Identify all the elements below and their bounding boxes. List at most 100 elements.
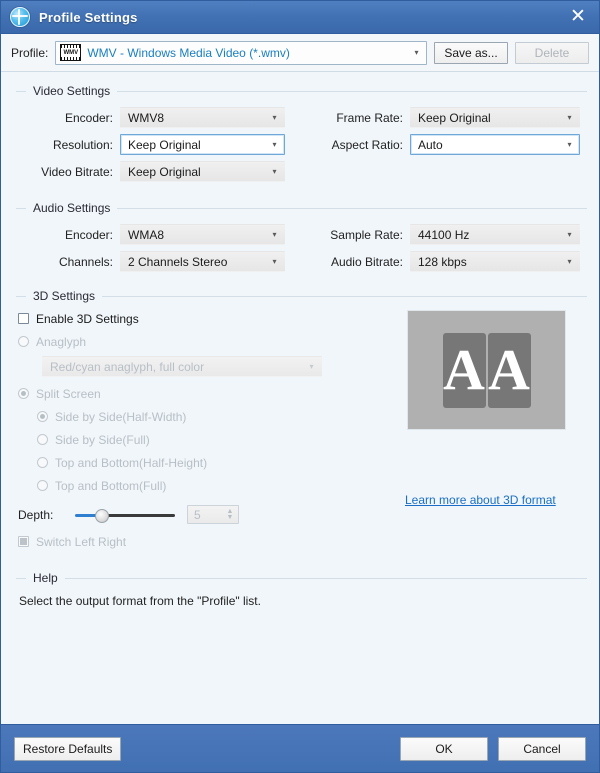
video-settings-title-text: Video Settings bbox=[33, 84, 117, 98]
chevron-down-icon: ▾ bbox=[267, 114, 282, 122]
video-settings-title: Video Settings bbox=[13, 84, 587, 98]
enable-3d-checkbox-row[interactable]: Enable 3D Settings bbox=[13, 307, 393, 330]
audio-encoder-value: WMA8 bbox=[128, 228, 267, 242]
radio-icon bbox=[18, 388, 29, 399]
chevron-down-icon: ▾ bbox=[409, 49, 424, 57]
channels-select[interactable]: 2 Channels Stereo ▾ bbox=[120, 251, 285, 272]
three-d-preview-image: A A bbox=[407, 310, 566, 430]
three-d-body: Enable 3D Settings Anaglyph Red/cyan ana… bbox=[13, 303, 587, 553]
help-title-text: Help bbox=[33, 571, 65, 585]
slider-track bbox=[101, 514, 175, 517]
radio-icon bbox=[18, 336, 29, 347]
aspect-ratio-value: Auto bbox=[418, 138, 562, 152]
anaglyph-radio-row: Anaglyph bbox=[13, 330, 393, 353]
learn-more-link[interactable]: Learn more about 3D format bbox=[405, 493, 556, 507]
chevron-down-icon: ▾ bbox=[562, 258, 577, 266]
audio-bitrate-label: Audio Bitrate: bbox=[303, 255, 410, 269]
preview-pane-right: A bbox=[488, 333, 531, 408]
video-row-2: Resolution: Keep Original ▾ Aspect Ratio… bbox=[13, 131, 587, 158]
radio-icon bbox=[37, 434, 48, 445]
audio-settings-rows: Encoder: WMA8 ▾ Sample Rate: 44100 Hz ▾ bbox=[13, 221, 587, 275]
channels-label: Channels: bbox=[13, 255, 120, 269]
chevron-down-icon: ▾ bbox=[304, 363, 319, 371]
profile-selected-value: WMV - Windows Media Video (*.wmv) bbox=[87, 46, 409, 60]
three-d-preview-area: A A Learn more about 3D format bbox=[393, 303, 587, 553]
dialog-footer: Restore Defaults OK Cancel bbox=[1, 724, 599, 772]
profile-select[interactable]: WMV WMV - Windows Media Video (*.wmv) ▾ bbox=[55, 41, 427, 65]
frame-rate-label: Frame Rate: bbox=[303, 111, 410, 125]
field-sample-rate: Sample Rate: 44100 Hz ▾ bbox=[303, 224, 580, 245]
profile-label: Profile: bbox=[11, 46, 48, 60]
globe-icon bbox=[10, 7, 30, 27]
sample-rate-label: Sample Rate: bbox=[303, 228, 410, 242]
split-option-top-bottom-half: Top and Bottom(Half-Height) bbox=[13, 451, 393, 474]
sample-rate-value: 44100 Hz bbox=[418, 228, 562, 242]
restore-defaults-button[interactable]: Restore Defaults bbox=[14, 737, 121, 761]
video-settings-group: Video Settings Encoder: WMV8 ▾ Frame Rat… bbox=[13, 84, 587, 185]
split-option-label: Top and Bottom(Full) bbox=[55, 479, 166, 493]
switch-left-right-label: Switch Left Right bbox=[36, 535, 126, 549]
sample-rate-select[interactable]: 44100 Hz ▾ bbox=[410, 224, 580, 245]
audio-row-1: Encoder: WMA8 ▾ Sample Rate: 44100 Hz ▾ bbox=[13, 221, 587, 248]
field-audio-encoder: Encoder: WMA8 ▾ bbox=[13, 224, 303, 245]
depth-label: Depth: bbox=[13, 508, 75, 522]
split-screen-radio-row: Split Screen bbox=[13, 382, 393, 405]
audio-bitrate-select[interactable]: 128 kbps ▾ bbox=[410, 251, 580, 272]
chevron-down-icon: ▾ bbox=[562, 114, 577, 122]
close-icon[interactable]: ✕ bbox=[565, 4, 591, 30]
resolution-select[interactable]: Keep Original ▾ bbox=[120, 134, 285, 155]
switch-left-right-row: Switch Left Right bbox=[13, 530, 393, 553]
resolution-value: Keep Original bbox=[128, 138, 267, 152]
radio-icon bbox=[37, 411, 48, 422]
aspect-ratio-label: Aspect Ratio: bbox=[303, 138, 410, 152]
chevron-down-icon: ▾ bbox=[562, 231, 577, 239]
radio-icon bbox=[37, 480, 48, 491]
resolution-label: Resolution: bbox=[13, 138, 120, 152]
anaglyph-mode-select: Red/cyan anaglyph, full color ▾ bbox=[42, 356, 322, 377]
audio-encoder-label: Encoder: bbox=[13, 228, 120, 242]
video-bitrate-value: Keep Original bbox=[128, 165, 267, 179]
aspect-ratio-select[interactable]: Auto ▾ bbox=[410, 134, 580, 155]
video-encoder-value: WMV8 bbox=[128, 111, 267, 125]
three-d-settings-group: 3D Settings Enable 3D Settings Anaglyph … bbox=[13, 289, 587, 553]
three-d-settings-title-text: 3D Settings bbox=[33, 289, 102, 303]
chevron-down-icon: ▾ bbox=[267, 231, 282, 239]
frame-rate-select[interactable]: Keep Original ▾ bbox=[410, 107, 580, 128]
audio-encoder-select[interactable]: WMA8 ▾ bbox=[120, 224, 285, 245]
split-option-top-bottom-full: Top and Bottom(Full) bbox=[13, 474, 393, 497]
video-encoder-select[interactable]: WMV8 ▾ bbox=[120, 107, 285, 128]
chevron-down-icon: ▾ bbox=[267, 258, 282, 266]
title-bar: Profile Settings ✕ bbox=[1, 1, 599, 34]
depth-stepper: 5 ▲▼ bbox=[187, 505, 239, 524]
field-resolution: Resolution: Keep Original ▾ bbox=[13, 134, 303, 155]
slider-handle[interactable] bbox=[95, 509, 109, 523]
three-d-settings-title: 3D Settings bbox=[13, 289, 587, 303]
stepper-arrows-icon: ▲▼ bbox=[225, 507, 235, 522]
depth-slider[interactable] bbox=[75, 508, 175, 522]
save-as-button[interactable]: Save as... bbox=[434, 42, 508, 64]
dialog-body: Video Settings Encoder: WMV8 ▾ Frame Rat… bbox=[1, 72, 599, 724]
checkbox-icon[interactable] bbox=[18, 313, 29, 324]
profile-bar: Profile: WMV WMV - Windows Media Video (… bbox=[1, 34, 599, 72]
split-option-label: Side by Side(Full) bbox=[55, 433, 150, 447]
delete-button: Delete bbox=[515, 42, 589, 64]
audio-row-2: Channels: 2 Channels Stereo ▾ Audio Bitr… bbox=[13, 248, 587, 275]
preview-pane-left: A bbox=[443, 333, 486, 408]
field-audio-bitrate: Audio Bitrate: 128 kbps ▾ bbox=[303, 251, 580, 272]
video-settings-rows: Encoder: WMV8 ▾ Frame Rate: Keep Origina… bbox=[13, 104, 587, 185]
video-bitrate-select[interactable]: Keep Original ▾ bbox=[120, 161, 285, 182]
page-title: Profile Settings bbox=[39, 10, 138, 25]
video-bitrate-label: Video Bitrate: bbox=[13, 165, 120, 179]
chevron-down-icon: ▾ bbox=[267, 168, 282, 176]
radio-icon bbox=[37, 457, 48, 468]
audio-settings-title-text: Audio Settings bbox=[33, 201, 117, 215]
split-option-label: Top and Bottom(Half-Height) bbox=[55, 456, 207, 470]
cancel-button[interactable]: Cancel bbox=[498, 737, 586, 761]
ok-button[interactable]: OK bbox=[400, 737, 488, 761]
audio-settings-title: Audio Settings bbox=[13, 201, 587, 215]
depth-row: Depth: 5 ▲▼ bbox=[13, 501, 393, 528]
anaglyph-label: Anaglyph bbox=[36, 335, 86, 349]
field-aspect-ratio: Aspect Ratio: Auto ▾ bbox=[303, 134, 580, 155]
depth-value: 5 bbox=[194, 508, 201, 522]
split-screen-label: Split Screen bbox=[36, 387, 101, 401]
